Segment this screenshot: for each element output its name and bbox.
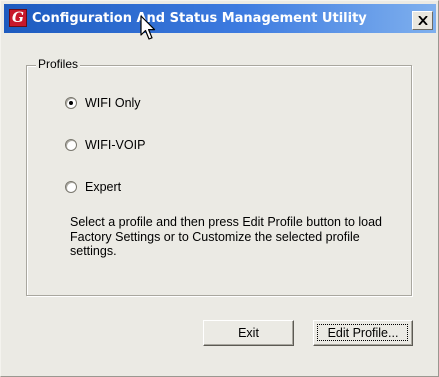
close-button[interactable] — [412, 11, 433, 30]
radio-button-unchecked[interactable] — [65, 181, 77, 193]
radio-wifi-voip[interactable]: WIFI-VOIP — [65, 137, 145, 153]
app-logo-glyph: G — [12, 10, 24, 26]
focus-rectangle — [317, 324, 408, 341]
edit-profile-button[interactable]: Edit Profile... — [313, 320, 413, 346]
profile-help-text: Select a profile and then press Edit Pro… — [70, 215, 382, 258]
radio-dot — [69, 101, 73, 105]
radio-expert[interactable]: Expert — [65, 179, 121, 195]
close-icon — [418, 16, 428, 25]
title-bar[interactable]: G Configuration And Status Management Ut… — [4, 4, 436, 33]
exit-button[interactable]: Exit — [203, 320, 294, 346]
mouse-pointer-icon — [140, 15, 156, 40]
radio-wifi-only[interactable]: WIFI Only — [65, 95, 141, 111]
radio-label-wifi-only[interactable]: WIFI Only — [85, 95, 141, 111]
radio-label-expert[interactable]: Expert — [85, 179, 121, 195]
app-logo-icon[interactable]: G — [9, 9, 27, 27]
profiles-group-label: Profiles — [36, 56, 81, 72]
radio-button-unchecked[interactable] — [65, 139, 77, 151]
window-title: Configuration And Status Management Util… — [32, 11, 367, 26]
radio-label-wifi-voip[interactable]: WIFI-VOIP — [85, 137, 145, 153]
radio-button-checked[interactable] — [65, 97, 77, 109]
config-utility-window: G Configuration And Status Management Ut… — [0, 0, 439, 377]
